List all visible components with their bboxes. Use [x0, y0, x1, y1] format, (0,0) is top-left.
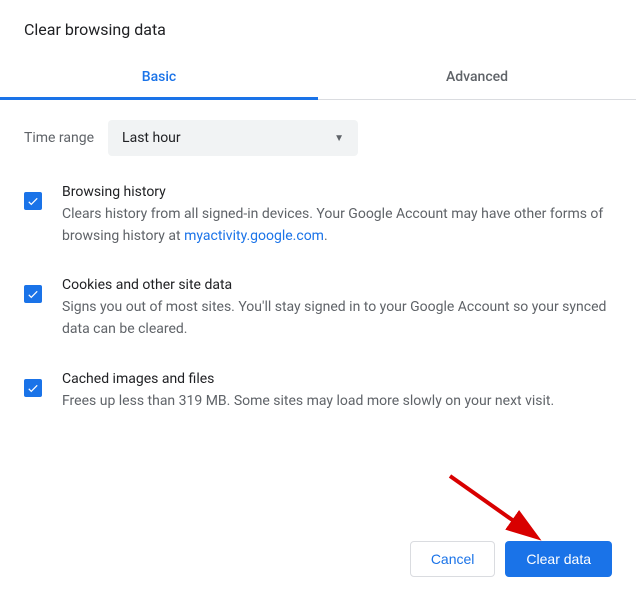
option-title: Cookies and other site data — [62, 277, 612, 293]
dialog-title: Clear browsing data — [0, 0, 636, 57]
time-range-value: Last hour — [122, 130, 181, 146]
dialog-content: Time range Last hour ▼ Browsing history … — [0, 100, 636, 452]
dialog-footer: Cancel Clear data — [410, 541, 612, 577]
tab-advanced[interactable]: Advanced — [318, 57, 636, 99]
time-range-label: Time range — [24, 130, 94, 146]
myactivity-link[interactable]: myactivity.google.com — [184, 228, 324, 244]
chevron-down-icon: ▼ — [334, 133, 344, 144]
option-cache: Cached images and files Frees up less th… — [24, 371, 612, 413]
time-range-select[interactable]: Last hour ▼ — [108, 120, 358, 156]
option-title: Cached images and files — [62, 371, 612, 387]
desc-prefix: Clears history from all signed-in device… — [62, 206, 603, 244]
checkmark-icon — [26, 381, 40, 395]
option-desc: Clears history from all signed-in device… — [62, 204, 612, 247]
checkbox-cookies[interactable] — [24, 285, 42, 303]
option-browsing-history: Browsing history Clears history from all… — [24, 184, 612, 247]
option-desc: Frees up less than 319 MB. Some sites ma… — [62, 391, 612, 413]
option-title: Browsing history — [62, 184, 612, 200]
option-text: Cookies and other site data Signs you ou… — [62, 277, 612, 340]
option-text: Browsing history Clears history from all… — [62, 184, 612, 247]
tabs: Basic Advanced — [0, 57, 636, 100]
checkbox-cache[interactable] — [24, 379, 42, 397]
desc-suffix: . — [324, 228, 328, 244]
checkmark-icon — [26, 287, 40, 301]
clear-browsing-data-dialog: Clear browsing data Basic Advanced Time … — [0, 0, 636, 452]
option-text: Cached images and files Frees up less th… — [62, 371, 612, 413]
option-desc: Signs you out of most sites. You'll stay… — [62, 297, 612, 340]
time-range-row: Time range Last hour ▼ — [24, 120, 612, 156]
clear-data-button[interactable]: Clear data — [505, 541, 612, 577]
checkbox-browsing-history[interactable] — [24, 192, 42, 210]
tab-basic[interactable]: Basic — [0, 57, 318, 99]
cancel-button[interactable]: Cancel — [410, 541, 496, 577]
checkmark-icon — [26, 194, 40, 208]
option-cookies: Cookies and other site data Signs you ou… — [24, 277, 612, 340]
